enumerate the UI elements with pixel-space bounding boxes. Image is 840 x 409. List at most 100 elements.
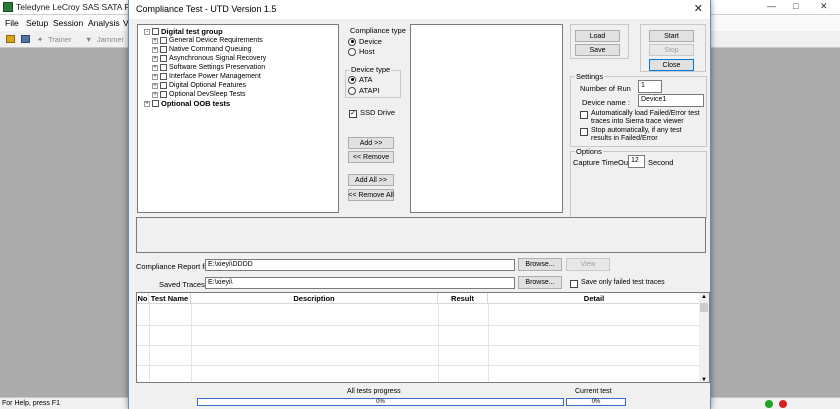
col-detail[interactable]: Detail — [488, 293, 701, 304]
results-table[interactable]: No Test Name Description Result Detail ▲… — [136, 292, 710, 383]
close-button[interactable]: Close — [649, 59, 694, 71]
maximize-icon[interactable]: □ — [793, 1, 798, 11]
tree-item[interactable]: - Digital test group — [144, 27, 223, 36]
tree-item-checkbox[interactable] — [160, 82, 167, 89]
radio-atapi-indicator[interactable] — [348, 86, 356, 95]
close-icon[interactable]: ✕ — [694, 2, 703, 15]
radio-device[interactable]: Device — [348, 37, 382, 46]
tree-item-checkbox[interactable] — [160, 73, 167, 80]
current-progress-bar: 0% — [566, 398, 626, 406]
message-area — [136, 217, 706, 253]
tree-item[interactable]: + Interface Power Management — [152, 72, 261, 81]
minimize-icon[interactable]: — — [767, 1, 776, 11]
expand-icon[interactable]: + — [152, 55, 158, 62]
tree-item[interactable]: + Optional DevSleep Tests — [152, 90, 246, 99]
app-close-icon[interactable]: ✕ — [820, 1, 828, 12]
tree-item-label: Interface Power Management — [169, 73, 261, 80]
auto-load-check[interactable] — [580, 111, 588, 119]
number-of-run-input[interactable]: 1 — [638, 80, 662, 93]
col-result[interactable]: Result — [438, 293, 488, 304]
tree-item-label: General Device Requirements — [169, 37, 263, 44]
test-tree[interactable]: - Digital test group + General Device Requi… — [137, 24, 339, 213]
dialog-title: Compliance Test - UTD Version 1.5 — [136, 4, 277, 14]
trainer-label[interactable]: Trainer — [48, 35, 71, 44]
app-title: Teledyne LeCroy SAS SATA Proto — [16, 2, 145, 12]
current-progress-label: Current test — [575, 388, 612, 395]
tree-item-checkbox[interactable] — [160, 91, 167, 98]
col-divider — [149, 304, 150, 382]
remove-all-button[interactable]: << Remove All — [348, 189, 394, 201]
radio-device-label: Device — [359, 37, 382, 46]
report-browse-button[interactable]: Browse... — [518, 258, 562, 271]
col-description[interactable]: Description — [191, 293, 438, 304]
expand-icon[interactable]: + — [152, 46, 158, 53]
stop-button[interactable]: Stop — [649, 44, 694, 56]
scroll-thumb[interactable] — [700, 303, 708, 312]
tree-item[interactable]: + Native Command Queuing — [152, 45, 252, 54]
tree-item-checkbox[interactable] — [160, 46, 167, 53]
menu-setup[interactable]: Setup — [26, 18, 48, 28]
load-button[interactable]: Load — [575, 30, 620, 42]
tree-item[interactable]: + General Device Requirements — [152, 36, 263, 45]
dialog-titlebar: Compliance Test - UTD Version 1.5 ✕ — [129, 0, 710, 19]
col-no[interactable]: No — [137, 293, 149, 304]
auto-load-checkbox[interactable]: Automatically load Failed/Error test tra… — [580, 110, 700, 126]
report-file-input[interactable]: E:\xieyi\DDDD — [205, 259, 515, 271]
scroll-up-icon[interactable]: ▲ — [701, 294, 707, 300]
menu-file[interactable]: File — [5, 18, 19, 28]
device-name-input[interactable]: Device1 — [638, 94, 704, 107]
traces-browse-button[interactable]: Browse... — [518, 276, 562, 289]
ssd-drive-check[interactable]: ✓ — [349, 110, 357, 118]
col-divider — [191, 304, 192, 382]
row-divider — [137, 325, 701, 326]
radio-host[interactable]: Host — [348, 47, 374, 56]
menu-session[interactable]: Session — [53, 18, 83, 28]
tree-item-checkbox[interactable] — [160, 64, 167, 71]
view-button[interactable]: View — [566, 258, 610, 271]
tree-item[interactable]: + Optional OOB tests — [144, 99, 230, 108]
radio-host-label: Host — [359, 47, 375, 56]
save-button[interactable]: Save — [575, 44, 620, 56]
tree-item[interactable]: + Software Settings Preservation — [152, 63, 265, 72]
radio-ata[interactable]: ATA — [348, 75, 372, 84]
table-scrollbar[interactable]: ▲ ▼ — [699, 293, 709, 382]
capture-timeout-label: Capture TimeOut — [573, 158, 631, 167]
tree-item-checkbox[interactable] — [152, 28, 159, 35]
expand-icon[interactable]: + — [144, 100, 150, 107]
expand-icon[interactable]: + — [152, 64, 158, 71]
expand-icon[interactable]: + — [152, 91, 158, 98]
tree-item[interactable]: + Asynchronous Signal Recovery — [152, 54, 266, 63]
collapse-icon[interactable]: - — [144, 28, 150, 35]
add-button[interactable]: Add >> — [348, 137, 394, 149]
saved-traces-input[interactable]: E:\xieyi\ — [205, 277, 515, 289]
radio-device-indicator[interactable] — [348, 37, 356, 46]
expand-icon[interactable]: + — [152, 73, 158, 80]
add-all-button[interactable]: Add All >> — [348, 174, 394, 186]
auto-stop-check[interactable] — [580, 128, 588, 136]
menu-analysis[interactable]: Analysis — [88, 18, 120, 28]
capture-timeout-input[interactable]: 12 — [628, 155, 645, 168]
jammer-icon: ▼ — [85, 35, 93, 44]
failed-only-check[interactable] — [570, 280, 578, 288]
ssd-drive-checkbox[interactable]: ✓ SSD Drive — [349, 109, 395, 118]
tree-item[interactable]: + Digital Optional Features — [152, 81, 246, 90]
tree-item-checkbox[interactable] — [160, 55, 167, 62]
radio-atapi-label: ATAPI — [359, 86, 380, 95]
radio-atapi[interactable]: ATAPI — [348, 86, 380, 95]
tree-item-checkbox[interactable] — [160, 37, 167, 44]
remove-button[interactable]: << Remove — [348, 151, 394, 163]
radio-host-indicator[interactable] — [348, 47, 356, 56]
jammer-label[interactable]: Jammer — [97, 35, 124, 44]
start-button[interactable]: Start — [649, 30, 694, 42]
tree-item-checkbox[interactable] — [152, 100, 159, 107]
open-folder-icon[interactable] — [6, 35, 15, 43]
col-test-name[interactable]: Test Name — [149, 293, 191, 304]
expand-icon[interactable]: + — [152, 82, 158, 89]
radio-ata-indicator[interactable] — [348, 75, 356, 84]
auto-stop-checkbox[interactable]: Stop automatically, if any test results … — [580, 127, 700, 143]
expand-icon[interactable]: + — [152, 37, 158, 44]
selected-tests-list[interactable] — [410, 24, 563, 213]
save-disk-icon[interactable] — [21, 35, 30, 43]
failed-only-checkbox[interactable]: Save only failed test traces — [570, 279, 665, 288]
scroll-down-icon[interactable]: ▼ — [701, 377, 707, 382]
